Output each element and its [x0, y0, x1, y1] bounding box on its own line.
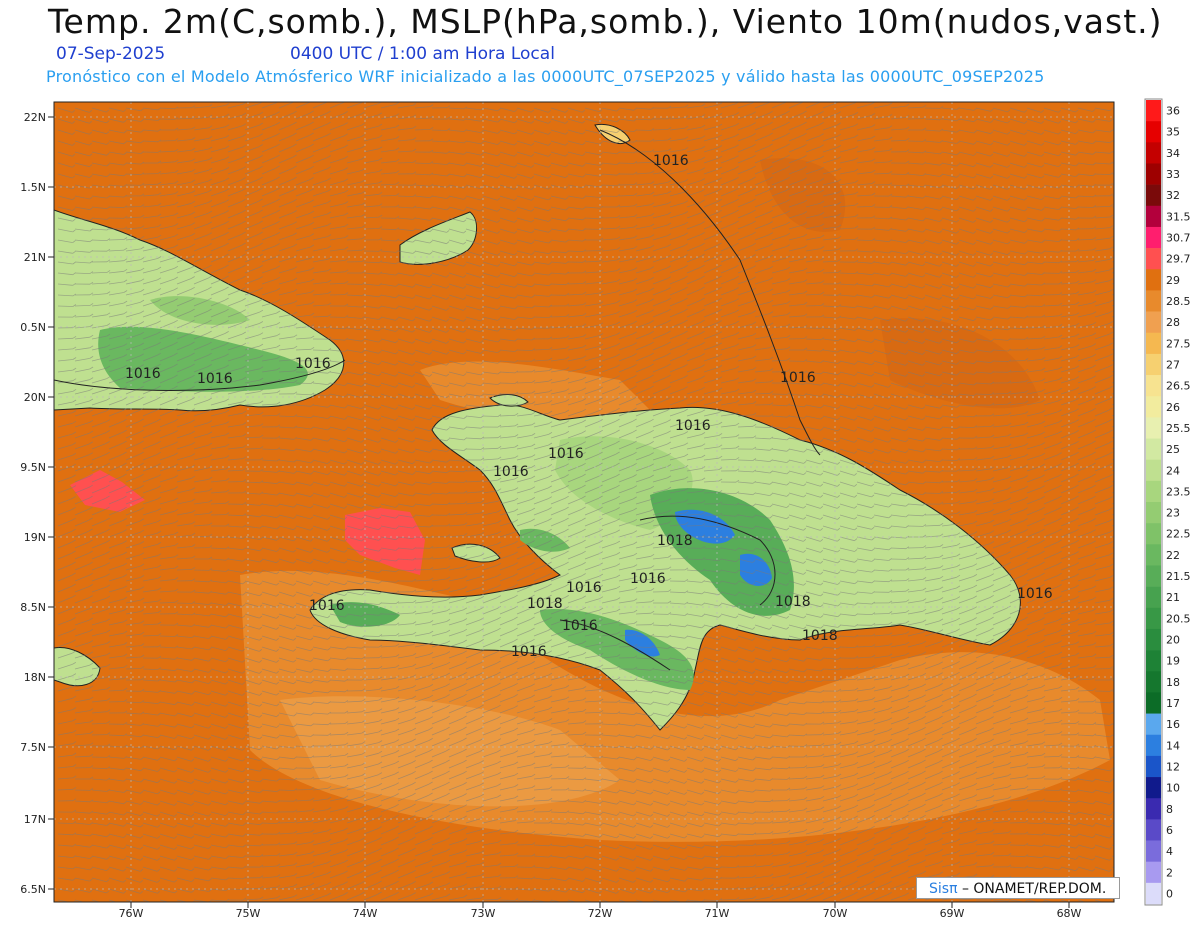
wind-barb-flag	[1126, 288, 1130, 290]
wind-barb-flag	[1127, 108, 1130, 110]
wind-barb-flag	[1126, 364, 1130, 366]
wind-barb	[805, 305, 822, 307]
wind-barb-flag	[1126, 386, 1130, 388]
wind-barb	[244, 448, 261, 450]
wind-barb-flag	[1126, 408, 1130, 410]
wind-barb-flag	[1127, 171, 1130, 173]
wind-barb-flag	[1126, 321, 1130, 323]
wind-barb-flag	[1127, 161, 1130, 163]
wind-barb	[108, 239, 125, 241]
wind-barb	[992, 393, 1009, 395]
wind-barb-flag	[1126, 464, 1130, 466]
wind-barb-flag	[1126, 375, 1130, 377]
wind-barb	[431, 129, 448, 131]
wind-barb-flag	[1127, 267, 1131, 269]
wind-barb-flag	[1127, 214, 1130, 216]
wind-barb	[1077, 206, 1094, 208]
wind-barb-flag	[1127, 235, 1130, 237]
wind-barb-flag	[1126, 441, 1130, 443]
wind-barb	[754, 426, 771, 428]
wind-barb-flag	[1126, 520, 1130, 522]
wind-barb	[499, 382, 516, 384]
wind-barb	[312, 349, 329, 351]
wind-barb	[737, 459, 754, 461]
wind-barb-flag	[1126, 509, 1130, 511]
wind-barb-flag	[1127, 193, 1130, 195]
wind-barb-flag	[1126, 310, 1130, 312]
wind-barb-flag	[1127, 129, 1130, 131]
wind-barb-flag	[1126, 430, 1130, 432]
wind-barb	[635, 129, 652, 131]
wind-barb-flag	[1127, 140, 1130, 142]
weather-map: 10161016 10161016101610161016101610181016…	[20, 98, 1191, 920]
wind-barb-flag	[1127, 150, 1130, 152]
wind-barb-flag	[1126, 486, 1130, 488]
wind-barb-flag	[1127, 246, 1131, 248]
wind-barb-flag	[1126, 497, 1130, 499]
wind-barb	[873, 206, 890, 208]
wind-barb	[380, 195, 397, 197]
wind-barb-flag	[1126, 353, 1130, 355]
wind-barb-flag	[1127, 203, 1130, 205]
wind-barb	[822, 272, 839, 274]
wind-barb	[550, 316, 567, 318]
wind-barb	[924, 492, 941, 494]
wind-barb	[1009, 360, 1026, 362]
wind-barb	[125, 206, 142, 208]
wind-barb-flag	[1127, 256, 1130, 258]
wind-barb-flag	[1126, 475, 1130, 477]
wind-barb-flag	[1126, 452, 1130, 454]
wind-barb-flag	[1126, 299, 1130, 301]
wind-barb	[482, 415, 499, 417]
map-area: 10161016 10161016101610161016101610181016…	[54, 102, 1131, 902]
wind-barb	[295, 382, 312, 384]
wind-barb-flag	[1126, 397, 1130, 399]
wind-barb	[686, 525, 703, 527]
wind-barb-flag	[1127, 182, 1130, 184]
wind-barb-flag	[1127, 118, 1130, 120]
wind-barb	[890, 173, 907, 175]
wind-barb-flag	[1127, 224, 1130, 226]
wind-barb	[57, 305, 74, 307]
wind-barb-flag	[1126, 342, 1130, 344]
wind-barb	[618, 162, 635, 164]
wind-barb-flag	[1126, 278, 1130, 280]
wind-barb	[227, 481, 244, 483]
wind-barb	[567, 283, 584, 285]
wind-barb-flag	[1126, 332, 1130, 334]
wind-barb	[941, 459, 958, 461]
wind-barb	[363, 228, 380, 230]
wind-barb-flag	[1126, 419, 1130, 421]
